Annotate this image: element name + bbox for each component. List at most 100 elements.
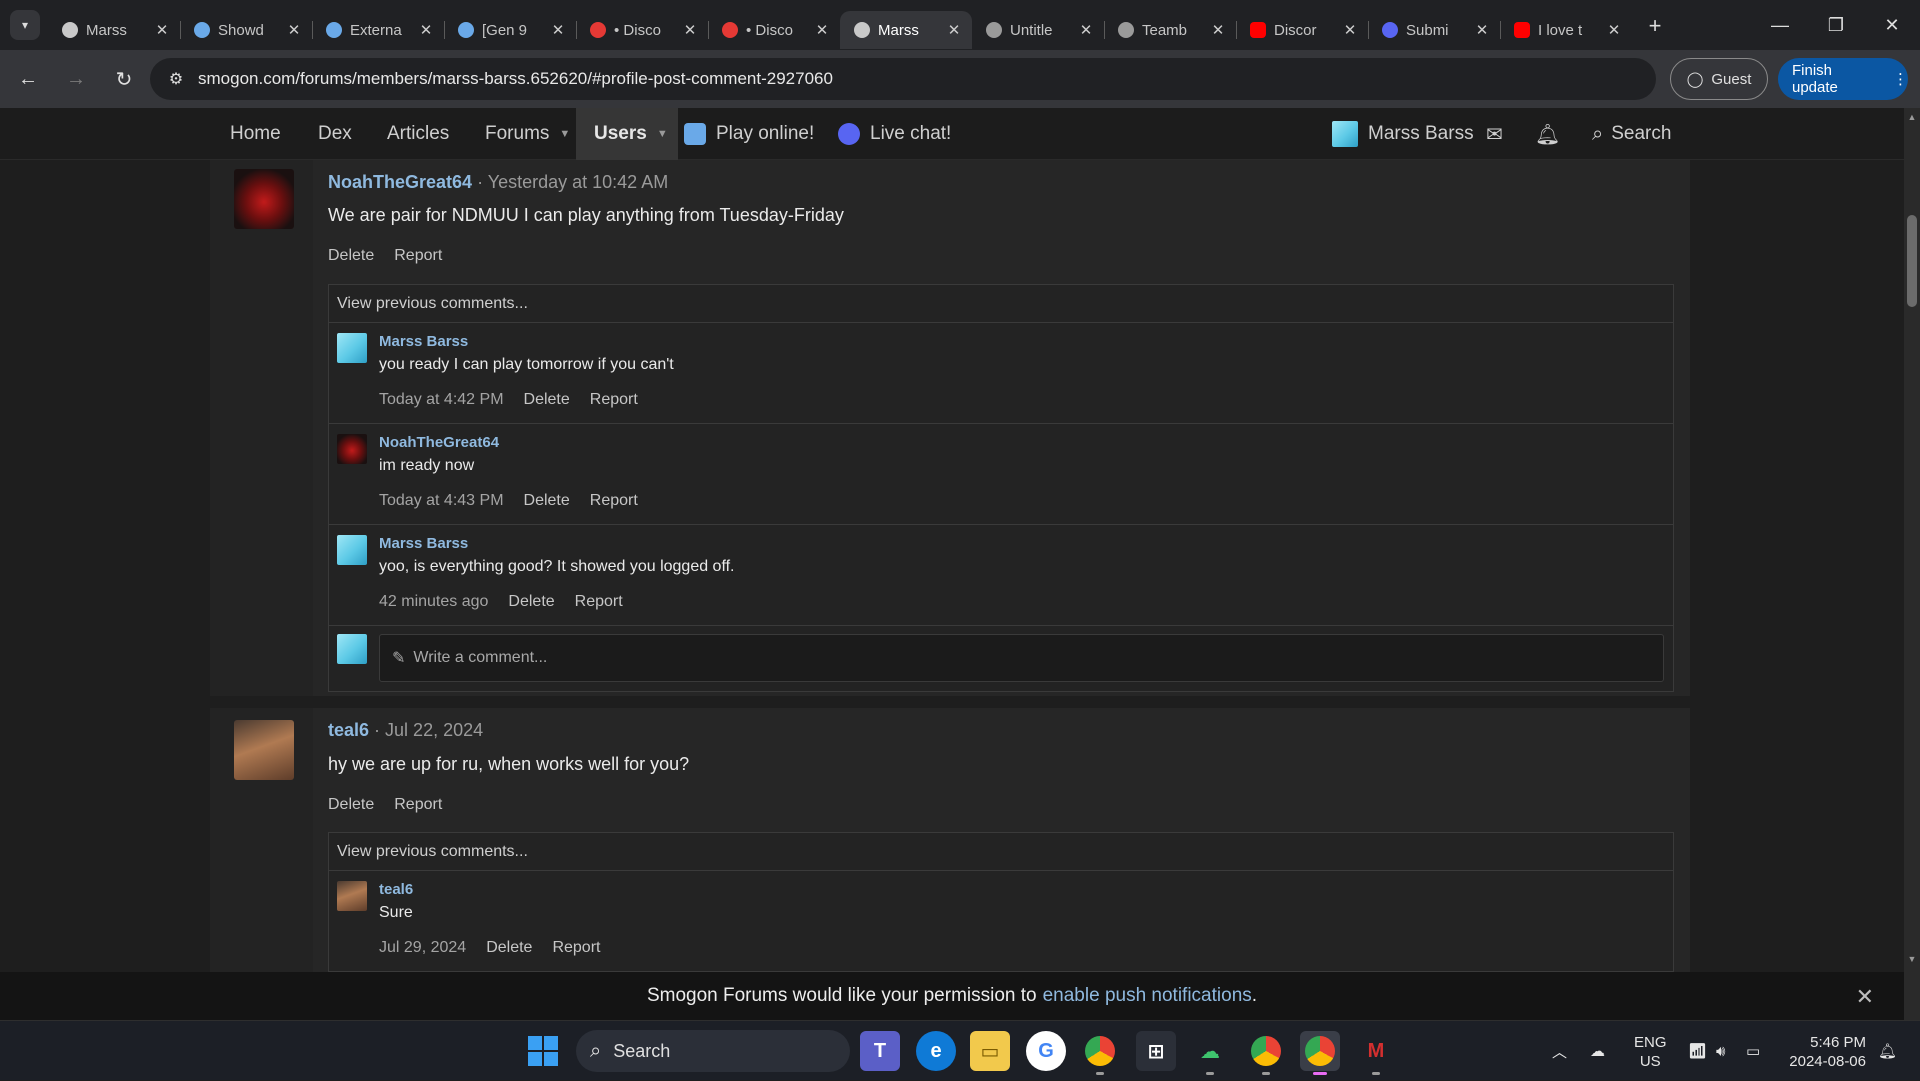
mcafee-icon[interactable]: M	[1356, 1031, 1396, 1075]
account-menu[interactable]: Marss Barss	[1332, 108, 1474, 160]
file-explorer-icon[interactable]: ▭	[970, 1031, 1010, 1071]
tab-youtube-discord[interactable]: Discor ✕	[1236, 11, 1368, 49]
tab-submit[interactable]: Submi ✕	[1368, 11, 1500, 49]
google-icon[interactable]: G	[1026, 1031, 1066, 1071]
tab-close-icon[interactable]: ✕	[1474, 21, 1490, 39]
enable-push-link[interactable]: enable push notifications	[1043, 985, 1252, 1007]
tab-close-icon[interactable]: ✕	[286, 21, 302, 39]
tab-youtube-ilove[interactable]: I love t ✕	[1500, 11, 1632, 49]
post-author-link[interactable]: NoahTheGreat64	[328, 172, 472, 192]
restore-icon[interactable]: ❐	[1808, 0, 1864, 50]
chrome-profile-icon[interactable]	[1080, 1031, 1120, 1075]
nav-articles[interactable]: Articles	[387, 108, 449, 160]
nav-dex[interactable]: Dex	[318, 108, 352, 160]
tab-marss[interactable]: Marss ✕	[48, 11, 180, 49]
delete-link[interactable]: Delete	[328, 796, 374, 814]
tab-external[interactable]: Externa ✕	[312, 11, 444, 49]
report-link[interactable]: Report	[552, 939, 600, 957]
windows-start-icon[interactable]	[528, 1036, 558, 1066]
delete-link[interactable]: Delete	[508, 593, 554, 611]
avatar[interactable]	[337, 535, 367, 565]
tab-close-icon[interactable]: ✕	[682, 21, 698, 39]
report-link[interactable]: Report	[590, 391, 638, 409]
report-link[interactable]: Report	[394, 247, 442, 265]
post-author-link[interactable]: teal6	[328, 720, 369, 740]
new-tab-button[interactable]: +	[1640, 11, 1670, 41]
tab-close-icon[interactable]: ✕	[1606, 21, 1622, 39]
avatar[interactable]	[337, 333, 367, 363]
finish-update-button[interactable]: Finish update ⋮	[1778, 58, 1908, 100]
chrome-active-icon[interactable]	[1300, 1031, 1340, 1075]
scroll-down-icon[interactable]: ▼	[1904, 954, 1920, 968]
comment-timestamp[interactable]: Today at 4:43 PM	[379, 492, 504, 510]
avatar[interactable]	[234, 169, 294, 229]
caret-down-icon[interactable]: ▼	[559, 128, 570, 140]
minimize-icon[interactable]: —	[1752, 0, 1808, 50]
reload-icon[interactable]: ↻	[104, 59, 144, 99]
chrome-icon[interactable]	[1246, 1031, 1286, 1075]
envelope-icon[interactable]: ✉	[1486, 108, 1503, 160]
delete-link[interactable]: Delete	[524, 391, 570, 409]
avatar[interactable]	[337, 434, 367, 464]
tab-close-icon[interactable]: ✕	[1078, 21, 1094, 39]
tab-teambuilder[interactable]: Teamb ✕	[1104, 11, 1236, 49]
bell-icon[interactable]: 🔔︎	[1535, 108, 1560, 160]
scrollbar-thumb[interactable]	[1907, 215, 1917, 307]
comment-timestamp[interactable]: 42 minutes ago	[379, 593, 488, 611]
delete-link[interactable]: Delete	[328, 247, 374, 265]
page-scrollbar[interactable]: ▲ ▼	[1904, 108, 1920, 1020]
language-indicator[interactable]: ENG US	[1634, 1033, 1667, 1071]
comment-author-link[interactable]: NoahTheGreat64	[379, 434, 499, 451]
tab-gen9[interactable]: [Gen 9 ✕	[444, 11, 576, 49]
tab-close-icon[interactable]: ✕	[418, 21, 434, 39]
onedrive-icon[interactable]: ☁	[1590, 1021, 1605, 1081]
nav-forums[interactable]: Forums ▼	[485, 108, 570, 160]
comment-timestamp[interactable]: Today at 4:42 PM	[379, 391, 504, 409]
report-link[interactable]: Report	[590, 492, 638, 510]
avatar[interactable]	[337, 881, 367, 911]
battery-icon[interactable]: ▭	[1746, 1021, 1760, 1081]
tab-search-button[interactable]: ▾	[10, 10, 40, 40]
view-previous-comments-link[interactable]: View previous comments...	[329, 833, 1673, 871]
search-button[interactable]: ⌕ Search	[1592, 108, 1671, 160]
edge-icon[interactable]: e	[916, 1031, 956, 1071]
tab-close-icon[interactable]: ✕	[814, 21, 830, 39]
microsoft-store-icon[interactable]: ⊞	[1136, 1031, 1176, 1071]
teams-icon[interactable]: T	[860, 1031, 900, 1071]
upload-cloud-icon[interactable]: ☁	[1190, 1031, 1230, 1075]
guest-profile-button[interactable]: ◯ Guest	[1670, 58, 1768, 100]
taskbar-search[interactable]: ⌕ Search	[576, 1030, 850, 1072]
site-info-icon[interactable]: ⚙	[154, 69, 198, 89]
tab-discord-1[interactable]: • Disco ✕	[576, 11, 708, 49]
forward-arrow-icon[interactable]: →	[56, 59, 96, 99]
comment-author-link[interactable]: Marss Barss	[379, 535, 468, 552]
delete-link[interactable]: Delete	[486, 939, 532, 957]
post-timestamp[interactable]: Yesterday at 10:42 AM	[488, 172, 668, 192]
report-link[interactable]: Report	[575, 593, 623, 611]
write-comment-input[interactable]: ✎ Write a comment...	[379, 634, 1664, 682]
address-bar[interactable]: ⚙ smogon.com/forums/members/marss-barss.…	[150, 58, 1656, 100]
volume-icon[interactable]: 🔊︎	[1716, 1021, 1725, 1081]
close-window-icon[interactable]: ✕	[1864, 0, 1920, 50]
tab-marss-active[interactable]: Marss ✕	[840, 11, 972, 49]
tab-untitled[interactable]: Untitle ✕	[972, 11, 1104, 49]
tab-showdown[interactable]: Showd ✕	[180, 11, 312, 49]
taskbar-clock[interactable]: 5:46 PM 2024-08-06	[1786, 1033, 1866, 1071]
avatar[interactable]	[234, 720, 294, 780]
nav-home[interactable]: Home	[230, 108, 281, 160]
nav-play-online[interactable]: Play online!	[684, 108, 814, 160]
url-text[interactable]: smogon.com/forums/members/marss-barss.65…	[198, 69, 833, 89]
notification-bell-icon[interactable]: 🔔︎	[1878, 1021, 1897, 1081]
tab-close-icon[interactable]: ✕	[550, 21, 566, 39]
back-arrow-icon[interactable]: ←	[8, 59, 48, 99]
tab-close-icon[interactable]: ✕	[946, 21, 962, 39]
nav-users[interactable]: Users ▼	[576, 108, 678, 160]
tab-discord-2[interactable]: • Disco ✕	[708, 11, 840, 49]
nav-live-chat[interactable]: Live chat!	[838, 108, 951, 160]
comment-author-link[interactable]: teal6	[379, 881, 413, 898]
delete-link[interactable]: Delete	[524, 492, 570, 510]
scroll-up-icon[interactable]: ▲	[1904, 112, 1920, 126]
post-timestamp[interactable]: Jul 22, 2024	[385, 720, 483, 740]
tab-close-icon[interactable]: ✕	[1342, 21, 1358, 39]
caret-down-icon[interactable]: ▼	[657, 128, 668, 140]
